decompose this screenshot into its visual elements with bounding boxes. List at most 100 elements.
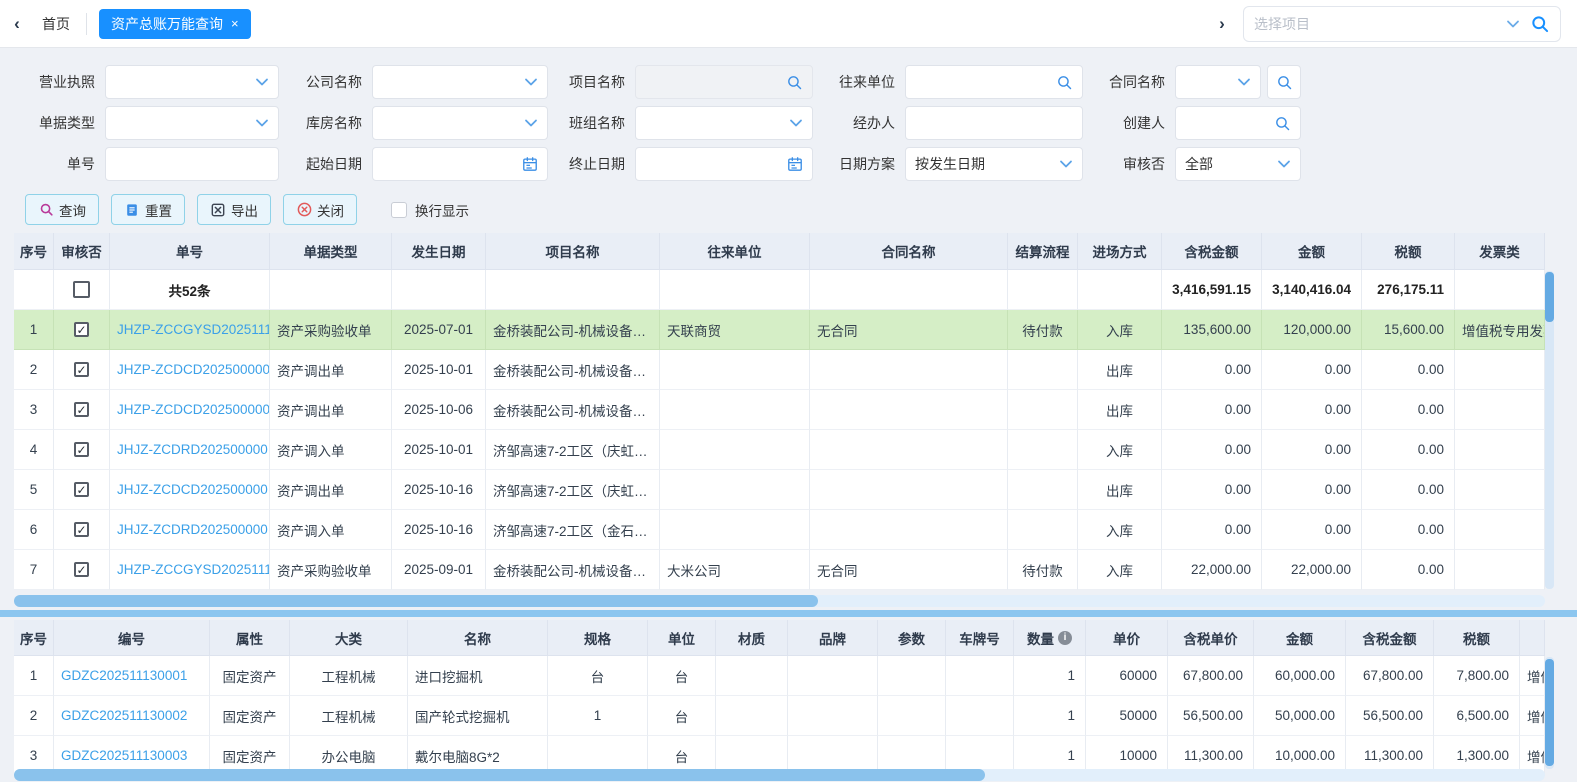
column-header[interactable]: 单价 (1086, 620, 1168, 656)
table-row[interactable]: 4✓JHJZ-ZCDRD202500000资产调入单2025-10-01济邹高速… (14, 430, 1545, 470)
row-checkbox[interactable]: ✓ (74, 442, 89, 457)
column-header[interactable]: 规格 (548, 620, 648, 656)
column-header[interactable] (1520, 620, 1545, 656)
search-icon[interactable] (786, 74, 803, 91)
tab-close-icon[interactable]: × (231, 16, 239, 31)
filter-select[interactable] (1175, 65, 1261, 99)
select-all-checkbox[interactable] (73, 281, 90, 298)
doc-number-link[interactable]: JHZP-ZCDCD202500000 (110, 350, 270, 390)
doc-number-link[interactable]: JHJZ-ZCDCD202500000 (110, 470, 270, 510)
table-row[interactable]: 1✓JHZP-ZCCGYSD2025111资产采购验收单2025-07-01金桥… (14, 310, 1545, 350)
reset-button[interactable]: 重置 (111, 194, 185, 225)
doc-number-link[interactable]: JHZP-ZCCGYSD2025111 (110, 550, 270, 590)
table-splitter-handle[interactable] (0, 610, 1577, 617)
column-header[interactable]: 序号 (14, 620, 54, 656)
row-checkbox[interactable]: ✓ (74, 362, 89, 377)
filter-select[interactable] (105, 65, 279, 99)
column-header[interactable]: 项目名称 (486, 233, 660, 270)
column-header[interactable]: 单据类型 (270, 233, 392, 270)
filter-search-button[interactable] (1267, 65, 1301, 99)
tab-active[interactable]: 资产总账万能查询 × (99, 9, 251, 39)
column-header[interactable]: 合同名称 (810, 233, 1008, 270)
column-header[interactable]: 含税单价 (1168, 620, 1254, 656)
filter-search-input[interactable] (1175, 106, 1301, 140)
wrap-display-checkbox[interactable]: 换行显示 (391, 200, 469, 220)
filter-select[interactable] (372, 65, 548, 99)
column-header[interactable]: 发票类 (1455, 233, 1545, 270)
column-header[interactable]: 属性 (210, 620, 290, 656)
column-header[interactable]: 发生日期 (392, 233, 486, 270)
filter-select[interactable]: 全部 (1175, 147, 1301, 181)
asset-code-link[interactable]: GDZC202511130001 (54, 656, 210, 696)
row-checkbox[interactable]: ✓ (74, 322, 89, 337)
table-row[interactable]: 1GDZC202511130001固定资产工程机械进口挖掘机台台16000067… (14, 656, 1545, 696)
search-icon[interactable] (1056, 74, 1073, 91)
detail-table-vscroll-thumb[interactable] (1545, 659, 1554, 766)
table-row[interactable]: 2GDZC202511130002固定资产工程机械国产轮式挖掘机1台150000… (14, 696, 1545, 736)
column-header[interactable]: 金额 (1262, 233, 1362, 270)
project-select[interactable]: 选择项目 (1243, 6, 1561, 42)
export-button[interactable]: 导出 (197, 194, 271, 225)
row-checkbox[interactable]: ✓ (74, 482, 89, 497)
column-header[interactable]: 进场方式 (1078, 233, 1162, 270)
table-row[interactable]: 2✓JHZP-ZCDCD202500000资产调出单2025-10-01金桥装配… (14, 350, 1545, 390)
calendar-icon[interactable] (787, 156, 803, 172)
filter-text-input[interactable] (105, 147, 279, 181)
row-checkbox[interactable]: ✓ (74, 402, 89, 417)
tab-home[interactable]: 首页 (34, 14, 86, 34)
filter-field: 单据类型 (14, 106, 279, 140)
table-row[interactable]: 6✓JHJZ-ZCDRD202500000资产调入单2025-10-16济邹高速… (14, 510, 1545, 550)
doc-number-link[interactable]: JHJZ-ZCDRD202500000 (110, 510, 270, 550)
column-header[interactable]: 名称 (408, 620, 548, 656)
search-icon[interactable] (1274, 115, 1291, 132)
calendar-icon[interactable] (522, 156, 538, 172)
tabs-scroll-left-icon[interactable]: ‹ (0, 14, 34, 34)
filter-text-input[interactable] (905, 106, 1083, 140)
column-header[interactable]: 单号 (110, 233, 270, 270)
row-checkbox[interactable]: ✓ (74, 562, 89, 577)
filter-select[interactable] (105, 106, 279, 140)
column-header[interactable]: 车牌号 (946, 620, 1014, 656)
column-header[interactable]: 含税金额 (1346, 620, 1434, 656)
filter-select[interactable]: 按发生日期 (905, 147, 1083, 181)
main-table-vscroll-thumb[interactable] (1545, 272, 1554, 322)
main-table-hscroll-thumb[interactable] (14, 595, 818, 607)
cell-no: 2 (14, 350, 54, 390)
column-header[interactable]: 材质 (716, 620, 788, 656)
column-header[interactable]: 含税金额 (1162, 233, 1262, 270)
column-header[interactable]: 序号 (14, 233, 54, 270)
column-header[interactable]: 税额 (1362, 233, 1455, 270)
close-button[interactable]: 关闭 (283, 194, 357, 225)
column-header[interactable]: 往来单位 (660, 233, 810, 270)
checkbox-unchecked[interactable] (391, 202, 407, 218)
column-header[interactable]: 审核否 (54, 233, 110, 270)
row-checkbox[interactable]: ✓ (74, 522, 89, 537)
info-icon[interactable]: i (1058, 631, 1072, 645)
filter-select[interactable] (372, 106, 548, 140)
column-header[interactable]: 税额 (1434, 620, 1520, 656)
search-icon[interactable] (1530, 14, 1550, 34)
doc-number-link[interactable]: JHZP-ZCCGYSD2025111 (110, 310, 270, 350)
column-header[interactable]: 结算流程 (1008, 233, 1078, 270)
column-header[interactable]: 单位 (648, 620, 716, 656)
filter-select[interactable] (635, 106, 813, 140)
table-row[interactable]: 3✓JHZP-ZCDCD202500000资产调出单2025-10-06金桥装配… (14, 390, 1545, 430)
doc-number-link[interactable]: JHJZ-ZCDRD202500000 (110, 430, 270, 470)
column-header[interactable]: 数量i (1014, 620, 1086, 656)
table-row[interactable]: 5✓JHJZ-ZCDCD202500000资产调出单2025-10-16济邹高速… (14, 470, 1545, 510)
query-button[interactable]: 查询 (25, 194, 99, 225)
column-header[interactable]: 金额 (1254, 620, 1346, 656)
filter-date-input[interactable] (372, 147, 548, 181)
detail-table-hscroll-thumb[interactable] (14, 769, 985, 781)
filter-search-input[interactable] (635, 65, 813, 99)
doc-number-link[interactable]: JHZP-ZCDCD202500000 (110, 390, 270, 430)
column-header[interactable]: 大类 (290, 620, 408, 656)
filter-search-input[interactable] (905, 65, 1083, 99)
tabs-scroll-right-icon[interactable]: › (1205, 14, 1239, 34)
filter-date-input[interactable] (635, 147, 813, 181)
column-header[interactable]: 编号 (54, 620, 210, 656)
column-header[interactable]: 品牌 (788, 620, 878, 656)
table-row[interactable]: 7✓JHZP-ZCCGYSD2025111资产采购验收单2025-09-01金桥… (14, 550, 1545, 590)
asset-code-link[interactable]: GDZC202511130002 (54, 696, 210, 736)
column-header[interactable]: 参数 (878, 620, 946, 656)
